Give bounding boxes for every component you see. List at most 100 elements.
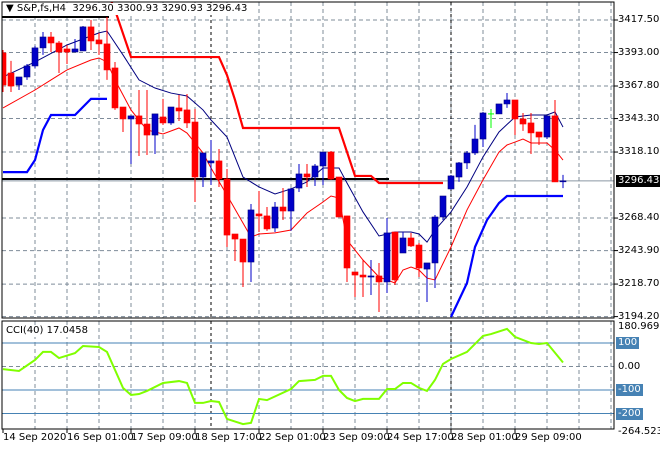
cci-min-label: -264.5238 <box>618 425 660 437</box>
candle-body <box>495 103 503 115</box>
candle-body <box>95 39 103 45</box>
upper-band-line <box>110 2 443 185</box>
menu-triangle-icon[interactable]: ▼ <box>6 3 14 14</box>
candle-body <box>335 176 343 218</box>
candle-body <box>359 274 367 278</box>
time-tick-label: 17 Sep 09:00 <box>131 432 198 443</box>
candle-body <box>31 47 39 67</box>
candle-body <box>199 152 207 178</box>
cci-zero-label: 0.00 <box>618 360 641 372</box>
candle-body <box>79 26 87 52</box>
time-tick-label: 16 Sep 01:00 <box>67 432 134 443</box>
main-pane-frame <box>1 1 615 319</box>
candle-body <box>223 178 231 236</box>
high-value: 3300.93 <box>116 3 159 14</box>
candle-body <box>463 152 471 164</box>
candle-body <box>23 65 31 78</box>
current-price-label: 3296.43 <box>616 174 660 187</box>
candle-body <box>343 215 351 269</box>
chart-header: ▼ S&P,fs,H4 3296.30 3300.93 3290.93 3296… <box>6 3 250 15</box>
candle-body <box>279 206 287 212</box>
lower-band-line <box>3 97 107 174</box>
candle-body <box>447 175 455 190</box>
candle-body <box>471 138 479 154</box>
candle-body <box>55 42 63 53</box>
candle-body <box>127 115 135 120</box>
candle-body <box>271 206 279 229</box>
candle-body <box>303 173 311 178</box>
candle-body <box>239 238 247 263</box>
candle-body <box>15 76 23 86</box>
candle-body <box>287 188 295 212</box>
candle-body <box>319 151 327 167</box>
price-tick-label: 3417.50 <box>618 14 660 25</box>
candle-body <box>151 113 159 136</box>
candle-body <box>527 122 535 134</box>
close-value: 3296.43 <box>206 3 248 14</box>
candle-body <box>143 123 151 136</box>
candle-body <box>415 244 423 269</box>
candle-body <box>551 115 559 183</box>
cci-level-label: -200 <box>616 407 643 420</box>
price-chart[interactable] <box>0 0 660 450</box>
candle-body <box>135 115 143 125</box>
candle-body <box>191 121 199 178</box>
main-pane <box>2 2 614 318</box>
time-tick-label: 28 Sep 01:00 <box>451 432 518 443</box>
time-tick-label: 29 Sep 09:00 <box>515 432 582 443</box>
candle-body <box>263 215 271 230</box>
time-tick-label: 14 Sep 2020 <box>3 432 67 443</box>
time-tick-label: 23 Sep 09:00 <box>323 432 390 443</box>
candle-body <box>431 216 439 264</box>
candle-body <box>183 109 191 124</box>
candle-body <box>399 237 407 254</box>
candle-body <box>367 275 375 278</box>
lower-band-line <box>450 194 563 318</box>
candle-body <box>455 162 463 178</box>
candle-body <box>207 160 215 164</box>
candle-body <box>479 112 487 140</box>
candle-body <box>543 115 551 138</box>
price-tick-label: 3218.70 <box>618 278 660 290</box>
time-tick-label: 24 Sep 17:00 <box>387 432 454 443</box>
cci-max-label: 180.9695 <box>618 320 660 332</box>
open-value: 3296.30 <box>72 3 114 14</box>
candle-body <box>63 48 71 53</box>
candle-body <box>159 116 167 124</box>
candle-body <box>391 231 399 281</box>
price-tick-label: 3367.80 <box>618 80 660 92</box>
candle-body <box>39 36 47 49</box>
candle-body <box>71 48 79 53</box>
candle-body <box>559 180 567 183</box>
candle-body <box>327 151 335 180</box>
candle-body <box>175 107 183 112</box>
cci-pane <box>2 321 614 429</box>
candle-body <box>519 118 527 125</box>
candle-body <box>511 99 519 120</box>
candle-body <box>47 36 55 44</box>
candle-body <box>87 26 95 42</box>
cci-pane-frame <box>1 320 615 430</box>
low-value: 3290.93 <box>161 3 203 14</box>
candle-body <box>311 165 319 178</box>
candle-body <box>503 99 511 105</box>
time-tick-label: 18 Sep 17:00 <box>195 432 262 443</box>
candle-body <box>255 213 263 217</box>
time-tick-label: 22 Sep 01:00 <box>259 432 326 443</box>
price-tick-label: 3318.10 <box>618 146 660 158</box>
cci-title: CCI(40) 17.0458 <box>6 325 88 337</box>
price-tick-label: 3343.30 <box>618 112 660 124</box>
cci-level-label: 100 <box>616 336 640 349</box>
candle-body <box>383 232 391 283</box>
candle-body <box>351 271 359 276</box>
candle-body <box>2 52 7 86</box>
price-tick-label: 3393.00 <box>618 46 660 58</box>
price-tick-label: 3243.90 <box>618 244 660 256</box>
candle-body <box>7 72 15 87</box>
candle-body <box>535 131 543 138</box>
candle-body <box>247 209 255 263</box>
candle-body <box>295 173 303 189</box>
candle-body <box>111 67 119 109</box>
price-tick-label: 3268.40 <box>618 212 660 224</box>
candle-body <box>439 195 447 218</box>
